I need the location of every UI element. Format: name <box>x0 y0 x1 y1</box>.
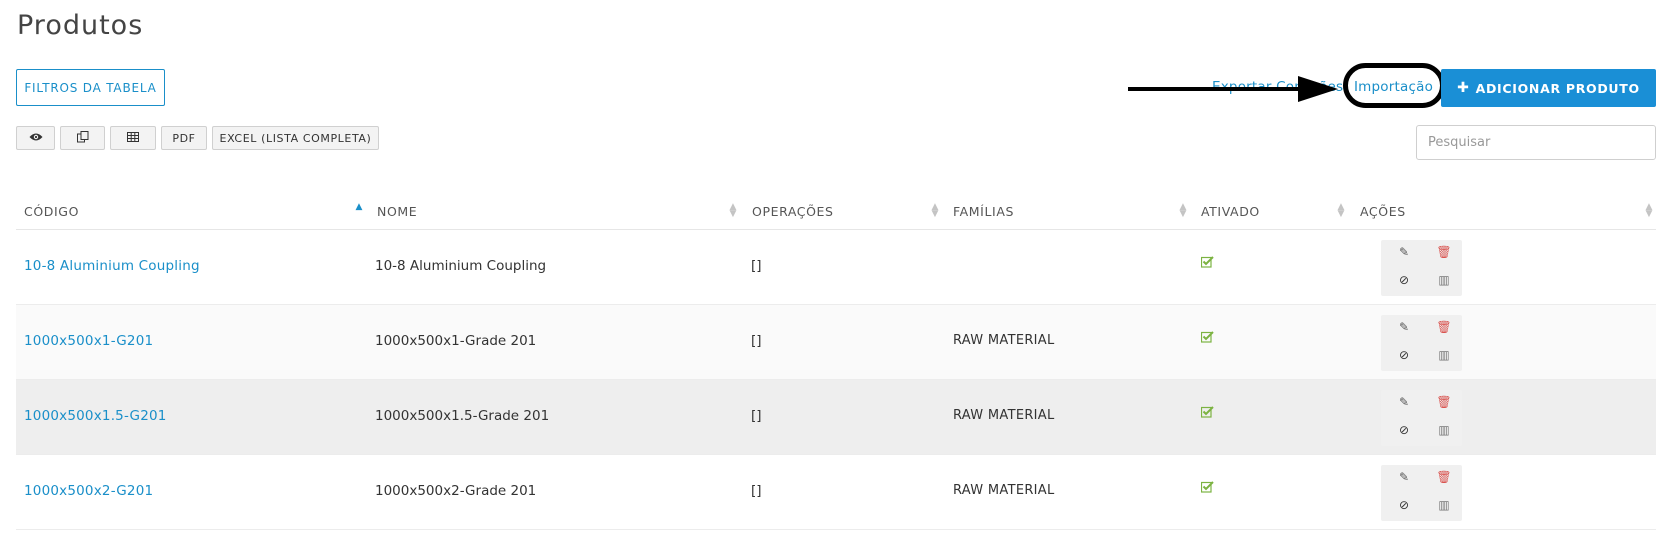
product-families: RAW MATERIAL <box>953 333 1055 348</box>
edit-icon[interactable]: ✎ <box>1396 320 1412 334</box>
eye-icon <box>29 132 43 145</box>
product-code-link[interactable]: 1000x500x1.5-G201 <box>24 408 167 424</box>
disable-icon[interactable]: ⊘ <box>1396 348 1412 362</box>
product-code-link[interactable]: 1000x500x2-G201 <box>24 483 153 499</box>
row-actions: ✎ 🗑 ⊘ ▥ <box>1381 465 1462 521</box>
sort-both-icon[interactable]: ▲ ▼ <box>728 203 738 219</box>
barcode-icon[interactable]: ▥ <box>1436 498 1452 512</box>
barcode-icon[interactable]: ▥ <box>1436 273 1452 287</box>
table-icon <box>127 131 139 145</box>
add-product-button[interactable]: ✚ ADICIONAR PRODUTO <box>1441 69 1656 107</box>
product-operations: [] <box>751 258 762 274</box>
edit-icon[interactable]: ✎ <box>1396 245 1412 259</box>
product-code-link[interactable]: 1000x500x1-G201 <box>24 333 153 349</box>
copy-button[interactable] <box>60 126 105 150</box>
trash-icon[interactable]: 🗑 <box>1436 395 1452 409</box>
column-visibility-button[interactable] <box>16 126 55 150</box>
table-filters-button[interactable]: FILTROS DA TABELA <box>16 69 165 106</box>
trash-icon[interactable]: 🗑 <box>1436 320 1452 334</box>
excel-button[interactable]: EXCEL (LISTA COMPLETA) <box>212 126 379 150</box>
table-row: 1000x500x1.5-G201 1000x500x1.5-Grade 201… <box>16 380 1656 455</box>
page-title: Produtos <box>17 10 144 41</box>
checked-icon <box>1200 331 1215 345</box>
product-name: 1000x500x2-Grade 201 <box>375 483 537 499</box>
disable-icon[interactable]: ⊘ <box>1396 498 1412 512</box>
header-operations[interactable]: OPERAÇÕES <box>752 204 834 219</box>
checked-icon <box>1200 481 1215 495</box>
checked-icon <box>1200 256 1215 270</box>
product-name: 1000x500x1-Grade 201 <box>375 333 537 349</box>
product-families: RAW MATERIAL <box>953 408 1055 423</box>
plus-icon: ✚ <box>1457 80 1470 96</box>
header-name[interactable]: NOME <box>377 204 417 219</box>
trash-icon[interactable]: 🗑 <box>1436 470 1452 484</box>
table-row: 1000x500x2-G201 1000x500x2-Grade 201 [] … <box>16 455 1656 530</box>
header-code[interactable]: CÓDIGO <box>24 204 79 219</box>
trash-icon[interactable]: 🗑 <box>1436 245 1452 259</box>
sort-both-icon[interactable]: ▲ ▼ <box>1644 203 1654 219</box>
product-name: 10-8 Aluminium Coupling <box>375 258 547 274</box>
disable-icon[interactable]: ⊘ <box>1396 273 1412 287</box>
table-row: 10-8 Aluminium Coupling 10-8 Aluminium C… <box>16 230 1656 305</box>
add-product-label: ADICIONAR PRODUTO <box>1475 80 1640 96</box>
search-input[interactable] <box>1416 125 1656 160</box>
sort-both-icon[interactable]: ▲ ▼ <box>1178 203 1188 219</box>
barcode-icon[interactable]: ▥ <box>1436 423 1452 437</box>
barcode-icon[interactable]: ▥ <box>1436 348 1452 362</box>
product-families: RAW MATERIAL <box>953 483 1055 498</box>
csv-button[interactable] <box>110 126 156 150</box>
table-row: 1000x500x1-G201 1000x500x1-Grade 201 [] … <box>16 305 1656 380</box>
sort-asc-icon[interactable]: ▲ <box>354 203 364 212</box>
edit-icon[interactable]: ✎ <box>1396 470 1412 484</box>
annotation-circle <box>1343 63 1445 108</box>
annotation-arrow <box>1128 76 1338 102</box>
product-code-link[interactable]: 10-8 Aluminium Coupling <box>24 258 200 274</box>
row-actions: ✎ 🗑 ⊘ ▥ <box>1381 240 1462 296</box>
header-families[interactable]: FAMÍLIAS <box>953 204 1014 219</box>
disable-icon[interactable]: ⊘ <box>1396 423 1412 437</box>
row-actions: ✎ 🗑 ⊘ ▥ <box>1381 390 1462 446</box>
header-active[interactable]: ATIVADO <box>1201 204 1260 219</box>
sort-both-icon[interactable]: ▲ ▼ <box>930 203 940 219</box>
product-operations: [] <box>751 333 762 349</box>
checked-icon <box>1200 406 1215 420</box>
edit-icon[interactable]: ✎ <box>1396 395 1412 409</box>
products-table: CÓDIGO ▲ NOME ▲ ▼ OPERAÇÕES ▲ ▼ FAMÍLIAS ▲… <box>16 195 1656 530</box>
copy-icon <box>76 130 89 146</box>
table-header: CÓDIGO ▲ NOME ▲ ▼ OPERAÇÕES ▲ ▼ FAMÍLIAS ▲… <box>16 195 1656 230</box>
header-actions[interactable]: AÇÕES <box>1360 204 1406 219</box>
row-actions: ✎ 🗑 ⊘ ▥ <box>1381 315 1462 371</box>
sort-both-icon[interactable]: ▲ ▼ <box>1336 203 1346 219</box>
product-name: 1000x500x1.5-Grade 201 <box>375 408 550 424</box>
product-operations: [] <box>751 408 762 424</box>
pdf-button[interactable]: PDF <box>161 126 207 150</box>
product-operations: [] <box>751 483 762 499</box>
